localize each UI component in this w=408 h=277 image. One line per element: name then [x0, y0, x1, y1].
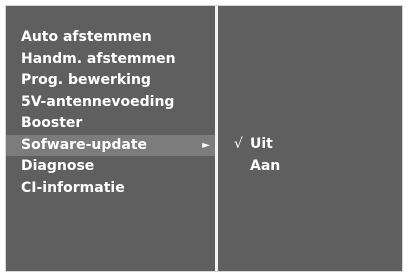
menu-item-booster[interactable]: Booster [6, 113, 215, 135]
option-uit[interactable]: √ Uit [218, 134, 398, 156]
menu-item-prog-bewerking[interactable]: Prog. bewerking [6, 70, 215, 92]
submenu-options: √ Uit Aan [218, 134, 398, 177]
option-label: Aan [250, 157, 281, 174]
right-arrow-icon: ► [202, 139, 210, 151]
menu-item-label: Sofware-update [21, 136, 148, 153]
menu-item-label: Diagnose [21, 158, 95, 174]
option-label: Uit [250, 136, 273, 152]
check-icon: √ [234, 136, 243, 152]
menu-item-handm-afstemmen[interactable]: Handm. afstemmen [6, 49, 215, 71]
menu-item-5v-antennevoeding[interactable]: 5V-antennevoeding [6, 92, 215, 114]
menu-item-label: Prog. bewerking [21, 72, 151, 88]
menu-item-label: Booster [21, 115, 83, 131]
setup-menu-panel: Auto afstemmen Handm. afstemmen Prog. be… [5, 5, 403, 272]
menu-item-label: Handm. afstemmen [21, 50, 176, 67]
menu-item-auto-afstemmen[interactable]: Auto afstemmen [6, 27, 215, 49]
option-aan[interactable]: Aan [218, 156, 398, 178]
menu-item-label: 5V-antennevoeding [21, 93, 175, 110]
menu-item-label: Auto afstemmen [21, 29, 152, 45]
menu-item-ci-informatie[interactable]: CI-informatie [6, 178, 215, 200]
menu-item-label: CI-informatie [21, 179, 125, 196]
menu-item-diagnose[interactable]: Diagnose [6, 156, 215, 178]
main-menu-list: Auto afstemmen Handm. afstemmen Prog. be… [6, 27, 215, 199]
menu-item-sofware-update[interactable]: Sofware-update ► [6, 134, 215, 156]
